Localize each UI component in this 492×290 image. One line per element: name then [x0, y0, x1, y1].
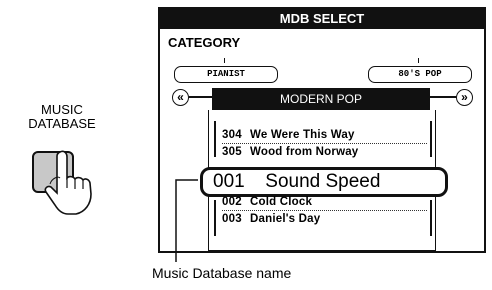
leader-line — [175, 179, 198, 262]
caption: Music Database name — [152, 265, 292, 281]
